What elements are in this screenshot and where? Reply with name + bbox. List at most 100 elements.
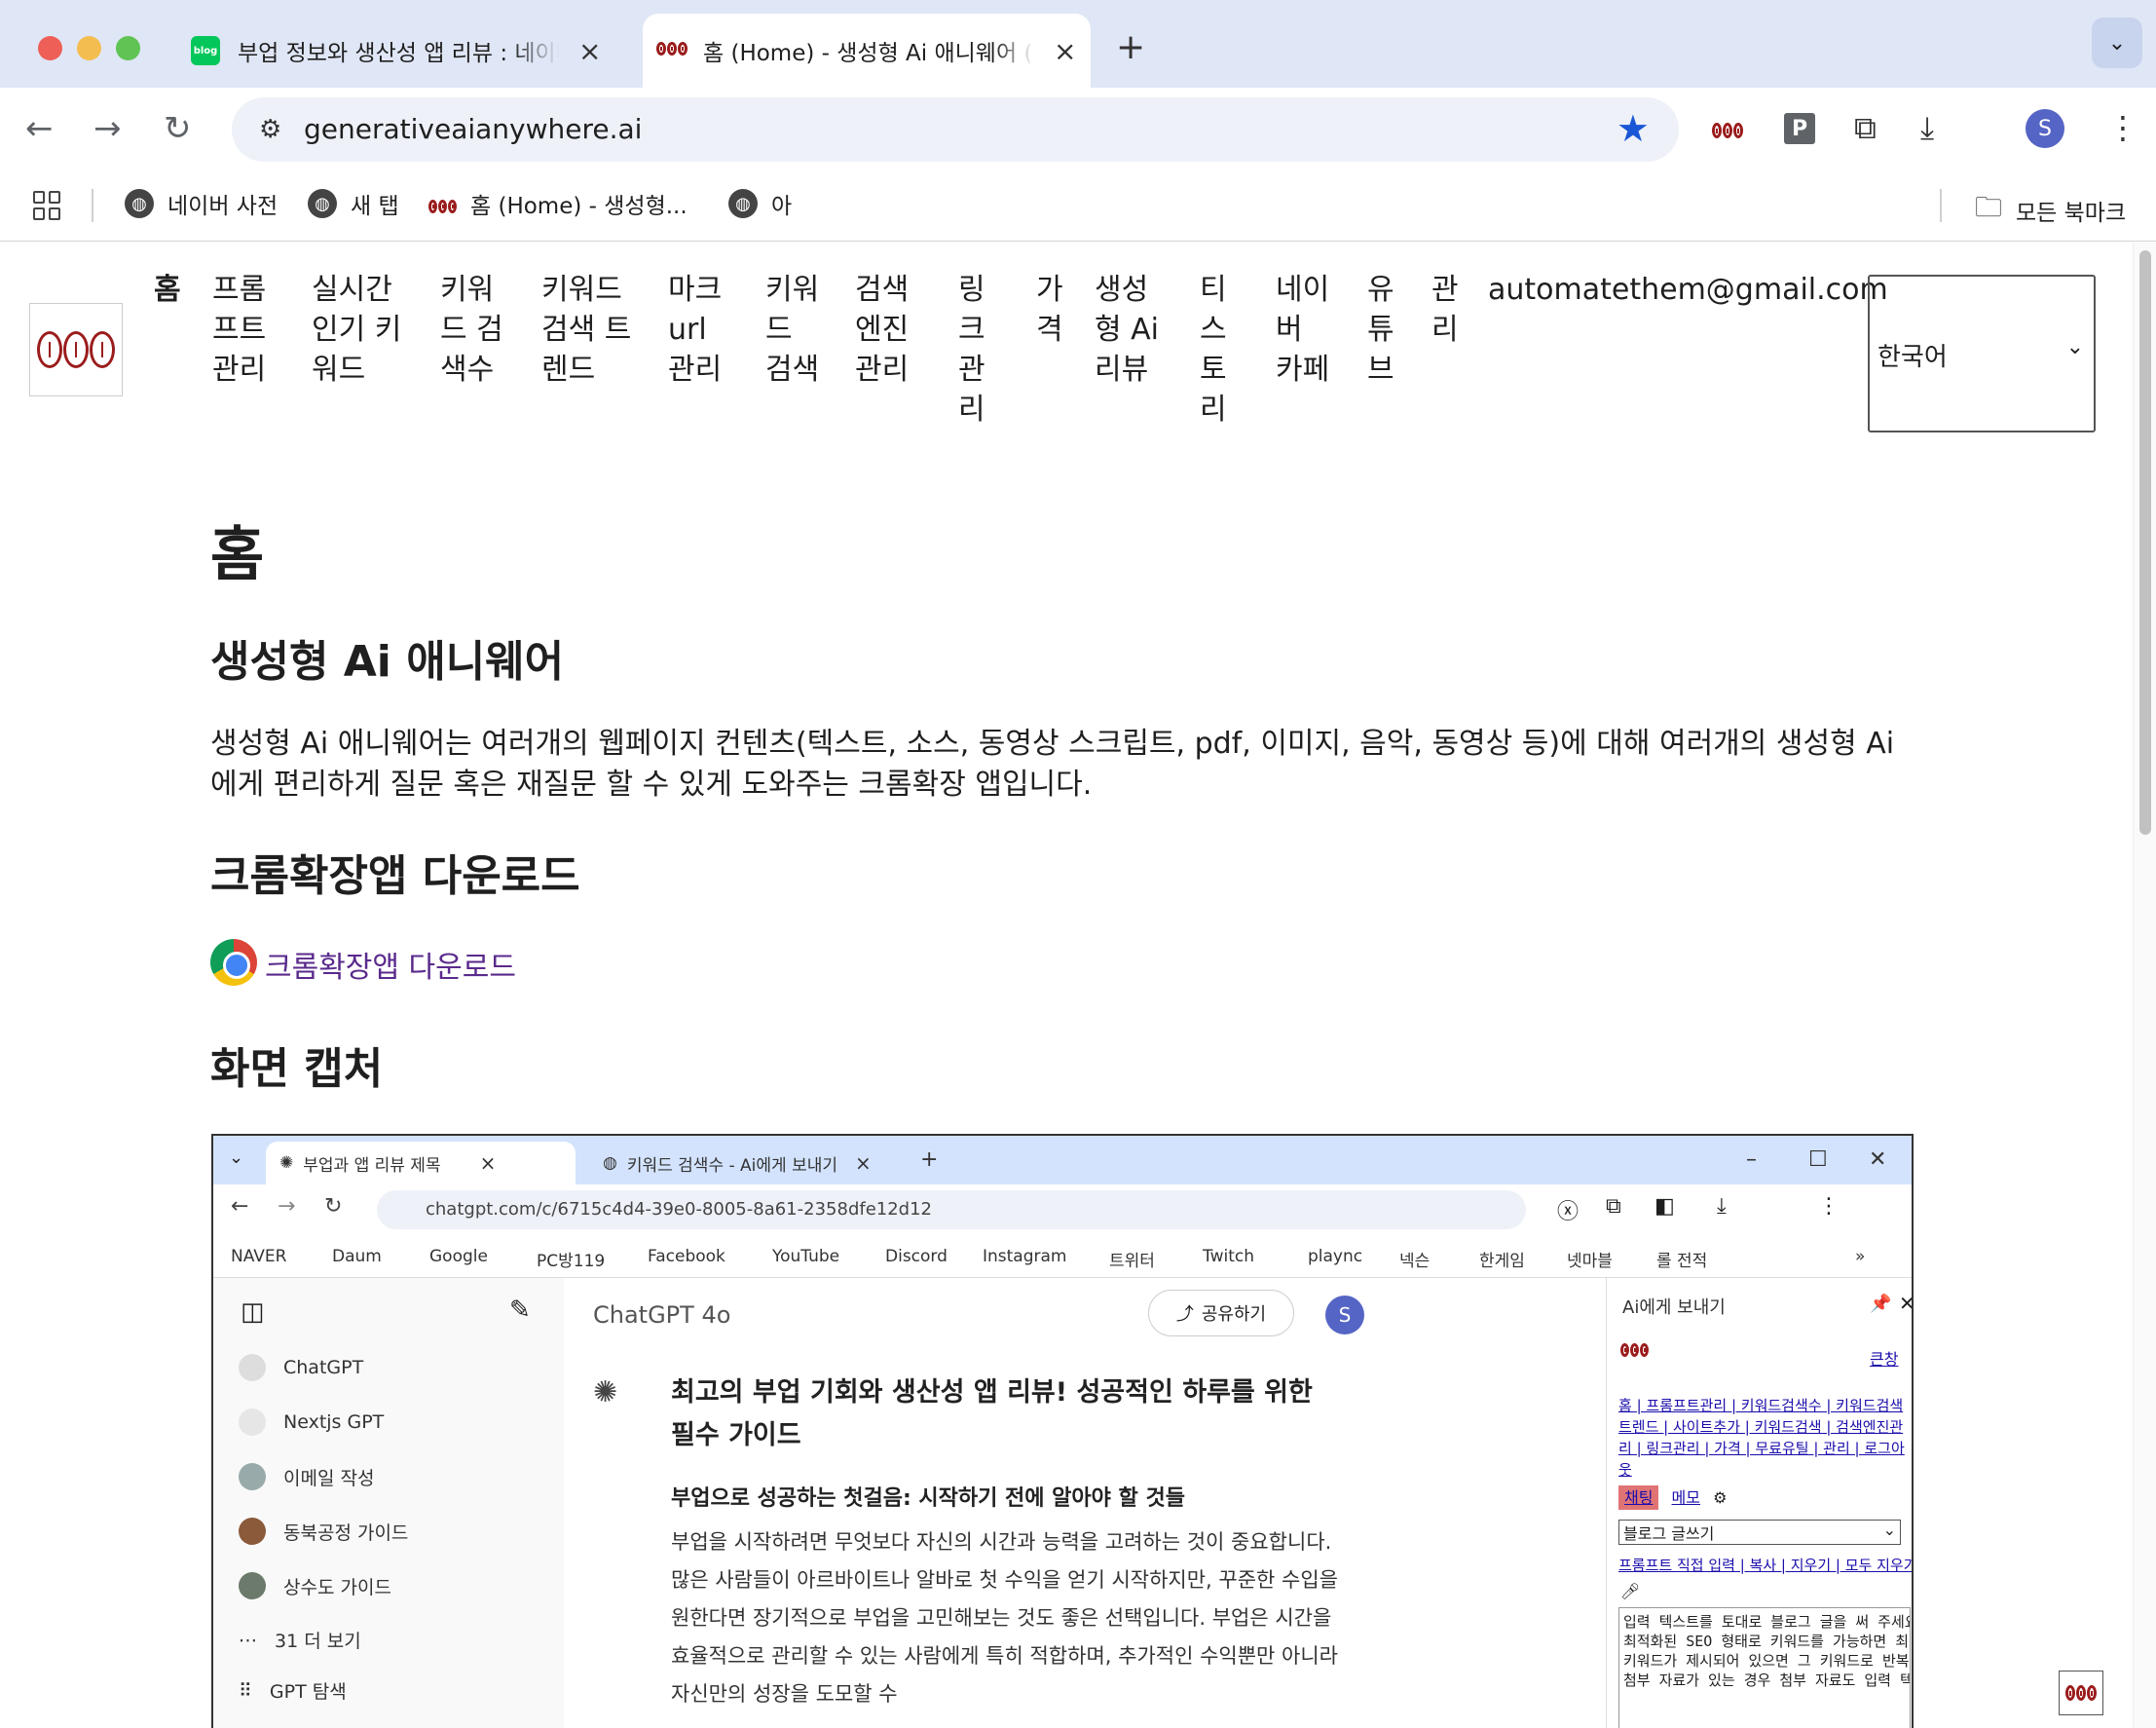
tab-title: 홈 (Home) - 생성형 Ai 애니웨어 ( [703,41,1033,66]
capture-bookmark: Twitch [1203,1247,1254,1266]
capture-panel-title: Ai에게 보내기 [1622,1297,1726,1318]
folder-icon: 🗀 [1975,191,2003,223]
bookmark-new-tab[interactable]: ◍ 새 탭 [308,187,399,220]
bookmark-label: 홈 (Home) - 생성형... [470,194,688,219]
extensions-icon: ⧉ [1606,1194,1621,1219]
browser-tab-home[interactable]: 홈 (Home) - 생성형 Ai 애니웨어 ( × [643,14,1091,88]
capture-sidebar-item: ⠿ GPT 탐색 [239,1679,347,1704]
tab-strip: blog 부업 정보와 생산성 앱 리뷰 : 네이버 × 홈 (Home) - … [0,0,2156,88]
extensions-puzzle-icon[interactable]: ⧉ [1854,109,1877,147]
more-menu-icon[interactable]: ⋮ [2107,109,2138,146]
chevron-down-icon: ⌄ [2065,335,2084,359]
nav-admin[interactable]: 관 리 [1431,270,1459,350]
nav-realtime-keywords[interactable]: 실시간 인기 키 워드 [312,270,401,390]
nav-account-email[interactable]: automatethem@gmail.com [1488,270,1888,310]
capture-bookmark: Discord [885,1247,948,1266]
nav-home[interactable]: 홈 [154,270,181,310]
scrollbar-thumb[interactable] [2139,250,2151,835]
download-icon: ⤓ [1717,1194,1727,1219]
capture-url: chatgpt.com/c/6715c4d4-39e0-8005-8a61-23… [426,1199,933,1220]
p-extension-icon[interactable]: P [1784,113,1815,144]
reload-icon[interactable]: ↻ [164,109,192,148]
capture-select: 블로그 글쓰기 ⌄ [1618,1520,1901,1545]
address-bar[interactable]: ⚙ generativeaianywhere.ai ★ [232,97,1679,162]
divider [1940,189,1942,222]
capture-tab-title: 부업과 앱 리뷰 제목 [303,1155,441,1176]
nav-link-manage[interactable]: 링 크 관 리 [958,270,985,430]
profile-avatar[interactable]: S [2026,109,2064,148]
floating-logo-button[interactable] [2059,1671,2103,1715]
new-tab-button[interactable]: + [1116,27,1145,67]
bookmark-home[interactable]: 홈 (Home) - 생성형... [428,187,688,220]
nav-keyword-search-count[interactable]: 키워 드 검 색수 [440,270,503,390]
capture-sidebar-item: 상수도 가이드 [239,1572,391,1599]
tab-search-button[interactable]: ⌄ [2092,18,2142,68]
globe-icon: ◍ [603,1153,617,1173]
more-menu-icon: ⋮ [1818,1194,1840,1219]
forward-arrow-icon[interactable]: → [93,109,122,148]
close-icon: × [479,1151,497,1175]
maximize-window-button[interactable] [116,36,140,60]
bookmark-naver-dictionary[interactable]: ◍ 네이버 사전 [125,187,278,220]
minimize-window-button[interactable] [77,36,101,60]
close-tab-icon[interactable]: × [578,35,601,67]
capture-bookmark: PC방119 [537,1252,606,1271]
nav-search-engine-manage[interactable]: 검색 엔진 관리 [855,270,909,390]
section-heading-download: 크롬확장앱 다운로드 [210,851,580,901]
language-select[interactable]: 한국어 ⌄ [1868,275,2096,432]
nav-markurl-manage[interactable]: 마크 url 관리 [668,270,722,390]
page-scrollbar[interactable] [2133,243,2156,1728]
capture-bookmark: 한게임 [1479,1252,1525,1271]
capture-share-button: ⤴ 공유하기 [1148,1290,1294,1336]
nav-ai-review[interactable]: 생성 형 Ai 리뷰 [1095,270,1159,390]
close-icon: ✕ [1899,1292,1912,1315]
site-settings-icon[interactable]: ⚙ [259,115,281,144]
all-bookmarks-button[interactable]: 🗀 모든 북마크 [1975,187,2126,234]
apps-grid-icon[interactable] [33,191,62,220]
nav-youtube[interactable]: 유 튜 브 [1367,270,1394,390]
bookmark-star-icon[interactable]: ★ [1617,107,1650,150]
close-tab-icon[interactable]: × [1054,35,1076,67]
bookmark-label: 새 탭 [351,194,399,219]
screen-capture-image: ⌄ ✺ 부업과 앱 리뷰 제목 × ◍ 키워드 검색수 - Ai에게 보내기 ×… [211,1134,1914,1728]
download-link[interactable]: 크롬확장앱 다운로드 [210,939,516,986]
extension-logo-icon[interactable] [1712,109,1743,146]
bookmarks-bar: ◍ 네이버 사전 ◍ 새 탭 홈 (Home) - 생성형... ◍ 아 🗀 모… [0,171,2156,242]
capture-model-label: ChatGPT 4o [593,1301,731,1329]
nav-keyword-trend[interactable]: 키워드 검색 트 렌드 [541,270,631,390]
capture-bookmark: 트위터 [1109,1252,1155,1271]
capture-panel-actions: 프롬프트 직접 입력 | 복사 | 지우기 | 모두 지우기 | 붙여 넣기 | [1618,1557,1914,1574]
nav-tistory[interactable]: 티 스 토 리 [1200,270,1227,430]
intro-paragraph: 생성형 Ai 애니웨어는 여러개의 웹페이지 컨텐츠(텍스트, 소스, 동영상 … [210,727,1895,802]
capture-bookmark: 넥슨 [1399,1252,1431,1271]
openai-icon: ✺ [593,1375,618,1409]
globe-icon: ◍ [308,189,337,218]
nav-keyword-search[interactable]: 키워 드 검색 [765,270,819,390]
capture-article-subtitle: 부업으로 성공하는 첫걸음: 시작하기 전에 알아야 할 것들 [671,1486,1185,1511]
site-logo[interactable] [29,303,123,396]
url-text[interactable]: generativeaianywhere.ai [304,113,642,145]
close-window-button[interactable] [38,36,62,60]
tab-title: 부업 정보와 생산성 앱 리뷰 : 네이버 [238,41,559,66]
nav-price[interactable]: 가 격 [1036,270,1063,350]
capture-toolbar: ← → ↻ chatgpt.com/c/6715c4d4-39e0-8005-8… [213,1184,1912,1235]
capture-sidebar-item: ChatGPT [239,1354,363,1381]
browser-tab-blog[interactable]: blog 부업 정보와 생산성 앱 리뷰 : 네이버 × [191,14,619,88]
capture-address-bar: chatgpt.com/c/6715c4d4-39e0-8005-8a61-23… [377,1190,1526,1229]
capture-tab: ✺ 부업과 앱 리뷰 제목 × [266,1142,576,1184]
site-logo-icon [428,188,457,220]
nav-naver-cafe[interactable]: 네이 버 카페 [1276,270,1329,390]
capture-bookmark: NAVER [231,1247,287,1266]
reload-icon: ↻ [324,1194,343,1219]
download-icon[interactable]: ⤓ [1920,109,1934,147]
capture-article-title: 최고의 부업 기회와 생산성 앱 리뷰! 성공적인 하루를 위한 필수 가이드 [671,1377,1313,1450]
capture-sidebar-item: Nextjs GPT [239,1409,384,1436]
maximize-icon: ☐ [1808,1147,1828,1172]
bookmark-a[interactable]: ◍ 아 [728,187,792,220]
back-arrow-icon[interactable]: ← [25,109,54,148]
page-title: 홈 [210,521,265,589]
nav-prompt-manage[interactable]: 프롬 프트 관리 [212,270,266,390]
capture-avatar: S [1325,1296,1364,1334]
capture-bookmark: Google [429,1247,488,1266]
download-link-text[interactable]: 크롬확장앱 다운로드 [265,943,516,986]
